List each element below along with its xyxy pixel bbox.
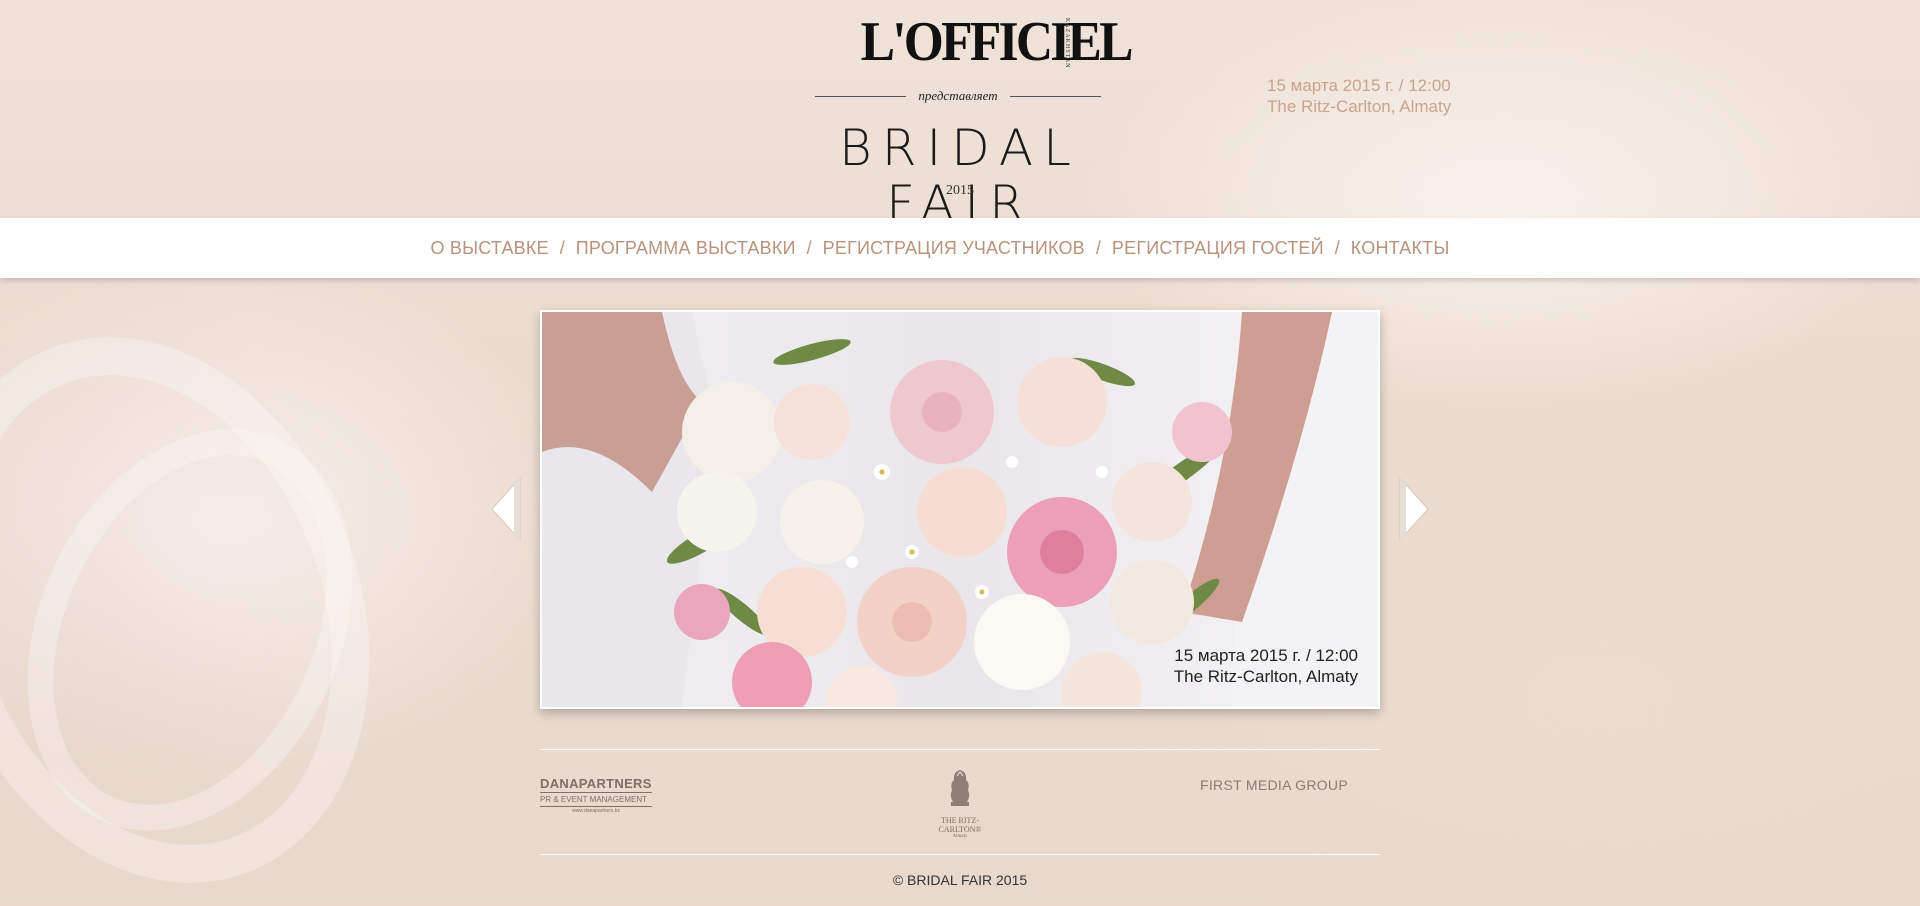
slide-caption: 15 марта 2015 г. / 12:00 The Ritz-Carlto… — [1174, 645, 1358, 687]
nav-item-contacts[interactable]: КОНТАКТЫ — [1351, 238, 1450, 259]
presents-divider: представляет — [815, 88, 1101, 104]
ritz-carlton-city: Almaty — [952, 834, 968, 839]
sponsors-bottom-divider — [540, 854, 1380, 855]
event-year: 2015 — [946, 183, 974, 198]
ritz-carlton-logo[interactable]: THE RITZ-CARLTON® Almaty — [920, 768, 1000, 839]
main-nav: О ВЫСТАВКЕ / ПРОГРАММА ВЫСТАВКИ / РЕГИСТ… — [0, 218, 1920, 278]
lofficiel-logo[interactable]: L'OFFICIEL — [861, 14, 1134, 70]
nav-separator: / — [1095, 237, 1101, 258]
footer-copyright: © BRIDAL FAIR 2015 — [892, 872, 1028, 888]
first-media-group-logo[interactable]: FIRST MEDIA GROUP — [1200, 777, 1348, 793]
presents-text: представляет — [918, 88, 998, 103]
nav-item-guest-registration[interactable]: РЕГИСТРАЦИЯ ГОСТЕЙ — [1112, 238, 1324, 259]
nav-item-program[interactable]: ПРОГРАММА ВЫСТАВКИ — [576, 238, 796, 259]
header-venue: The Ritz-Carlton, Almaty — [1267, 97, 1452, 116]
nav-separator: / — [559, 237, 565, 258]
divider-line — [1009, 95, 1101, 97]
slide-caption-date: 15 марта 2015 г. / 12:00 — [1174, 646, 1358, 665]
slide-caption-venue: The Ritz-Carlton, Almaty — [1173, 667, 1358, 686]
slider-next-button[interactable] — [1398, 476, 1430, 542]
header-event-info: 15 марта 2015 г. / 12:00 The Ritz-Carlto… — [1267, 75, 1451, 117]
ritz-carlton-name: THE RITZ-CARLTON® — [938, 816, 982, 834]
nav-items: О ВЫСТАВКЕ / ПРОГРАММА ВЫСТАВКИ / РЕГИСТ… — [431, 238, 1450, 259]
nav-separator: / — [1334, 237, 1340, 258]
nav-separator: / — [806, 237, 812, 258]
header-date: 15 марта 2015 г. / 12:00 — [1267, 76, 1451, 95]
slide-bouquet-image: 15 марта 2015 г. / 12:00 The Ritz-Carlto… — [542, 312, 1378, 707]
logo-subtitle: KAZAKHSTAN — [1064, 18, 1070, 69]
sponsors-top-divider — [540, 749, 1380, 750]
divider-line — [815, 95, 907, 97]
danapartners-logo[interactable]: DANAPARTNERS PR & EVENT MANAGEMENT www.d… — [540, 776, 652, 814]
chevron-right-icon — [1399, 476, 1429, 542]
background-decoration — [0, 275, 444, 906]
site-header: L'OFFICIEL KAZAKHSTAN представляет BRIDA… — [0, 0, 1920, 232]
image-slider[interactable]: 15 марта 2015 г. / 12:00 The Ritz-Carlto… — [540, 310, 1380, 709]
ritz-lion-crest-icon — [950, 770, 970, 806]
background-decoration — [0, 376, 415, 884]
danapartners-url: www.danapartners.kz — [572, 808, 620, 814]
chevron-left-icon — [491, 476, 521, 542]
nav-item-exhibitor-registration[interactable]: РЕГИСТРАЦИЯ УЧАСТНИКОВ — [823, 238, 1085, 259]
danapartners-name: DANAPARTNERS — [540, 776, 652, 793]
danapartners-tagline: PR & EVENT MANAGEMENT — [540, 795, 652, 807]
slider-prev-button[interactable] — [490, 476, 522, 542]
nav-item-about[interactable]: О ВЫСТАВКЕ — [431, 238, 549, 259]
event-title: BRIDAL FAIR — [839, 119, 1081, 233]
